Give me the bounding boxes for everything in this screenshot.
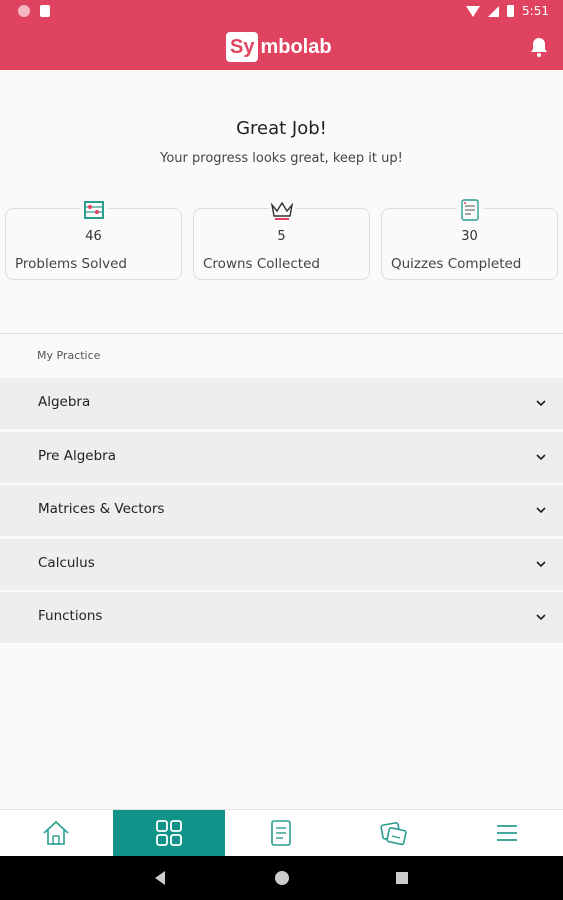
progress-section: Great Job! Your progress looks great, ke… xyxy=(0,70,563,334)
practice-item-pre-algebra[interactable]: Pre Algebra xyxy=(0,431,563,483)
crown-icon xyxy=(268,197,295,223)
bell-icon[interactable] xyxy=(527,35,551,59)
symbolab-logo: Sy mbolab xyxy=(226,31,332,63)
stat-card-crowns: 5 Crowns Collected xyxy=(193,197,370,280)
battery-icon xyxy=(507,5,515,17)
practice-item-label: Calculus xyxy=(38,554,95,571)
practice-item-matrices-vectors[interactable]: Matrices & Vectors xyxy=(0,485,563,536)
signal-icon xyxy=(488,5,500,17)
stat-card-quizzes: 30 Quizzes Completed xyxy=(381,197,558,280)
stat-value: 46 xyxy=(85,229,102,244)
status-bar: 5:51 xyxy=(0,0,563,24)
practice-item-label: Matrices & Vectors xyxy=(38,501,165,517)
chevron-down-icon xyxy=(536,400,546,407)
nav-practice[interactable] xyxy=(112,810,226,856)
stat-card-problems: 46 Problems Solved xyxy=(5,197,182,280)
practice-item-calculus[interactable]: Calculus xyxy=(0,538,563,590)
stat-label: Crowns Collected xyxy=(203,256,320,272)
practice-item-functions[interactable]: Functions xyxy=(0,592,563,643)
nav-notebook[interactable] xyxy=(225,810,338,856)
status-time: 5:51 xyxy=(522,4,549,18)
menu-icon xyxy=(496,825,517,841)
chevron-down-icon xyxy=(536,507,546,514)
recent-apps-icon[interactable] xyxy=(396,872,408,884)
page-subtitle: Your progress looks great, keep it up! xyxy=(160,151,403,166)
grid-icon xyxy=(155,820,182,846)
practice-item-label: Functions xyxy=(38,608,103,624)
chevron-down-icon xyxy=(536,453,546,460)
stat-value: 30 xyxy=(461,229,478,244)
chevron-down-icon xyxy=(536,560,546,567)
chevron-down-icon xyxy=(536,614,546,621)
back-icon[interactable] xyxy=(155,871,165,885)
nav-cheat-sheets[interactable] xyxy=(338,810,451,856)
page-title: Great Job! xyxy=(236,118,327,139)
home-icon xyxy=(43,820,69,845)
wifi-icon xyxy=(466,5,481,17)
sd-card-icon xyxy=(40,5,50,17)
notebook-icon xyxy=(271,820,292,846)
nav-menu[interactable] xyxy=(450,810,563,856)
app-bar: Sy mbolab xyxy=(0,24,563,70)
quiz-sheet-icon xyxy=(456,197,483,223)
logo-badge: Sy xyxy=(226,32,259,62)
cards-icon xyxy=(380,822,407,846)
practice-item-algebra[interactable]: Algebra xyxy=(0,378,563,429)
home-button-icon[interactable] xyxy=(275,871,289,885)
bottom-nav xyxy=(0,809,563,856)
notification-dot-icon xyxy=(18,5,30,17)
practice-item-label: Pre Algebra xyxy=(38,447,117,464)
system-nav-bar xyxy=(0,856,563,900)
stat-label: Problems Solved xyxy=(15,256,127,272)
practice-heading: My Practice xyxy=(37,349,101,362)
abacus-icon xyxy=(80,197,107,223)
stat-value: 5 xyxy=(277,229,286,244)
stat-label: Quizzes Completed xyxy=(391,256,522,272)
nav-home[interactable] xyxy=(0,810,113,856)
logo-text: mbolab xyxy=(260,35,332,58)
practice-item-label: Algebra xyxy=(38,394,91,410)
practice-list: Algebra Pre Algebra Matrices & Vectors C… xyxy=(0,378,563,646)
